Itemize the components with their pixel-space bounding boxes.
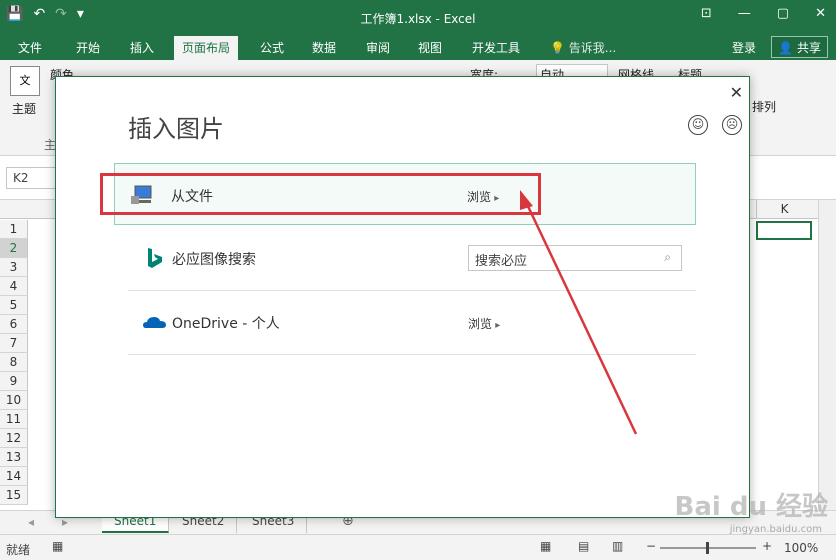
watermark-url: jingyan.baidu.com — [729, 524, 822, 535]
annotation-arrow — [520, 190, 638, 435]
watermark-logo: Bai du 经验 — [674, 492, 829, 522]
